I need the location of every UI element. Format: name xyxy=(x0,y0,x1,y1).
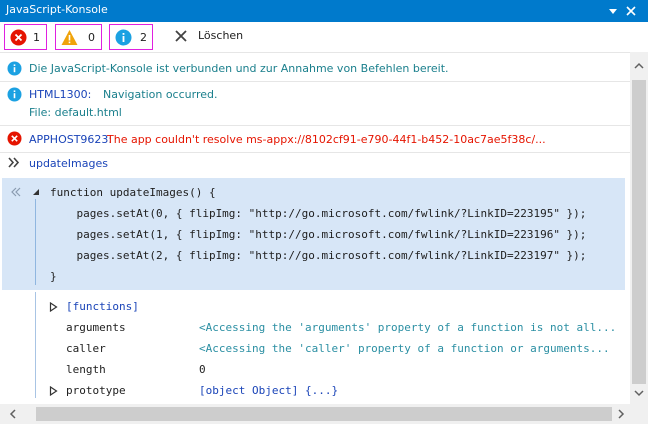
property-value: <Accessing the 'caller' property of a fu… xyxy=(199,342,610,355)
toolbar: 1 0 2 Löschen xyxy=(0,22,648,52)
divider xyxy=(0,52,630,53)
warning-icon xyxy=(61,30,78,45)
property-name: arguments xyxy=(66,321,126,334)
title-bar: JavaScript-Konsole xyxy=(0,0,648,22)
code-line: pages.setAt(2, { flipImg: "http://go.mic… xyxy=(50,249,587,262)
info-icon xyxy=(115,29,132,46)
tree-guide-line xyxy=(35,199,36,285)
divider xyxy=(0,152,630,153)
expand-triangle-icon[interactable] xyxy=(49,302,58,312)
warnings-count: 0 xyxy=(88,31,95,44)
property-value[interactable]: [object Object] {...} xyxy=(199,384,338,397)
message-code: APPHOST9623: xyxy=(29,133,113,146)
property-name[interactable]: prototype xyxy=(66,384,126,397)
scroll-down-icon[interactable] xyxy=(634,388,644,398)
command-text: updateImages xyxy=(29,157,108,170)
console-message-text[interactable]: The app couldn't resolve ms-appx://8102c… xyxy=(107,133,546,146)
clear-icon xyxy=(175,30,187,42)
scrollbar-corner xyxy=(630,404,648,424)
errors-count: 1 xyxy=(33,31,40,44)
scroll-left-icon[interactable] xyxy=(8,409,18,419)
property-value: 0 xyxy=(199,363,206,376)
info-icon xyxy=(7,61,22,76)
command-prompt-icon xyxy=(8,157,20,168)
warnings-filter-button[interactable]: 0 xyxy=(55,24,102,50)
property-value: <Accessing the 'arguments' property of a… xyxy=(199,321,617,334)
vertical-scrollbar[interactable] xyxy=(630,52,648,404)
code-line: pages.setAt(1, { flipImg: "http://go.mic… xyxy=(50,228,587,241)
error-icon xyxy=(7,131,22,146)
vertical-scroll-thumb[interactable] xyxy=(632,80,646,384)
expanded-triangle-icon[interactable] xyxy=(31,187,41,197)
property-name[interactable]: [functions] xyxy=(66,300,139,313)
message-code: HTML1300: xyxy=(29,88,92,101)
scroll-right-icon[interactable] xyxy=(616,409,626,419)
close-icon[interactable] xyxy=(624,4,638,18)
divider xyxy=(0,81,630,82)
scroll-up-icon[interactable] xyxy=(634,61,644,71)
property-name: caller xyxy=(66,342,106,355)
error-icon xyxy=(10,29,27,46)
collapse-left-icon[interactable] xyxy=(10,186,22,198)
code-line: pages.setAt(0, { flipImg: "http://go.mic… xyxy=(50,207,587,220)
info-icon xyxy=(7,87,22,102)
dropdown-icon[interactable] xyxy=(606,4,620,18)
info-count: 2 xyxy=(140,31,147,44)
property-name: length xyxy=(66,363,106,376)
code-line: function updateImages() { xyxy=(50,186,216,199)
horizontal-scroll-thumb[interactable] xyxy=(36,407,612,421)
window-title: JavaScript-Konsole xyxy=(6,3,108,16)
info-filter-button[interactable]: 2 xyxy=(109,24,153,50)
expand-triangle-icon[interactable] xyxy=(49,386,58,396)
code-line: } xyxy=(50,270,57,283)
divider xyxy=(0,125,630,126)
console-message-text: Navigation occurred. xyxy=(103,88,218,101)
horizontal-scrollbar[interactable] xyxy=(0,404,630,424)
clear-label: Löschen xyxy=(198,29,244,42)
tree-guide-line xyxy=(35,292,36,398)
message-file-link[interactable]: File: default.html xyxy=(29,106,122,119)
errors-filter-button[interactable]: 1 xyxy=(4,24,47,50)
console-message-text: Die JavaScript-Konsole ist verbunden und… xyxy=(29,62,449,75)
